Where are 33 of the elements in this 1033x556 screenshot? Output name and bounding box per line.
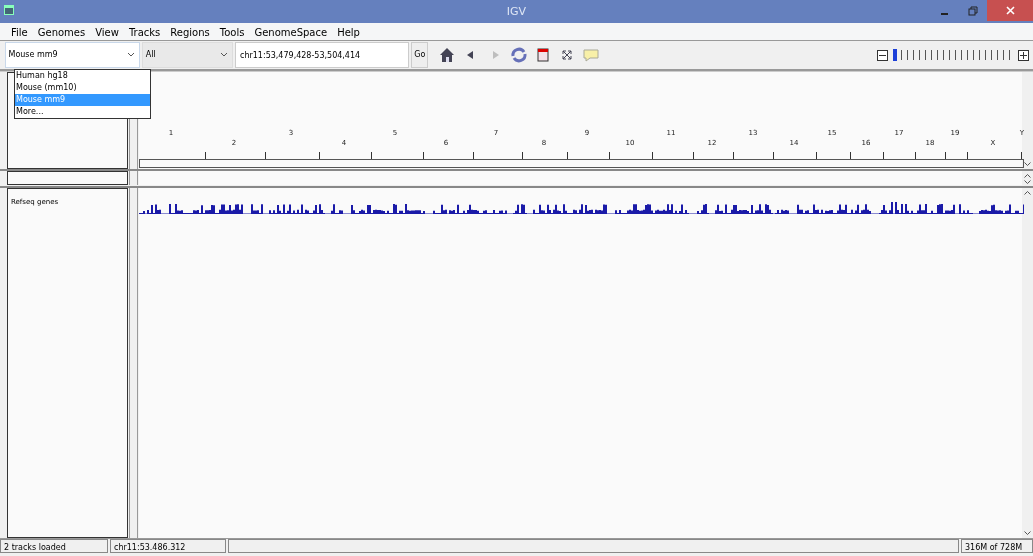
scroll-down-icon[interactable]: [1024, 162, 1031, 166]
menu-item[interactable]: Genomes: [32, 23, 91, 40]
caret-icon: [126, 52, 135, 58]
genome-dropdown[interactable]: Mouse mm9: [4, 42, 140, 68]
menu-item[interactable]: Help: [332, 23, 365, 40]
menu-item[interactable]: File: [6, 23, 33, 40]
menu-item[interactable]: Tracks: [123, 23, 166, 40]
scroll-down-icon[interactable]: [1024, 531, 1031, 535]
chromosome-dropdown[interactable]: All: [141, 42, 233, 68]
refresh-icon[interactable]: [510, 46, 529, 64]
locus-field[interactable]: chr11:53,479,428-53,504,414: [235, 42, 409, 68]
menu-option[interactable]: More...: [15, 106, 150, 118]
menu-item[interactable]: View: [90, 23, 124, 40]
menu-option[interactable]: Human hg18: [15, 70, 150, 82]
restore-icon[interactable]: [968, 5, 978, 16]
menu-item[interactable]: Regions: [165, 23, 215, 40]
menu-item[interactable]: GenomeSpace: [249, 23, 333, 40]
app-icon: [4, 5, 14, 15]
close-button[interactable]: [987, 0, 1033, 21]
home-icon[interactable]: [438, 46, 457, 64]
caret-icon: [219, 52, 228, 58]
close-icon: [1005, 6, 1015, 15]
scroll-up-icon[interactable]: [1024, 191, 1031, 195]
menu-item[interactable]: Tools: [214, 23, 250, 40]
zoom-out-icon[interactable]: [876, 49, 888, 61]
go-button[interactable]: Go: [411, 42, 429, 68]
memory-readout: 316M of 728M: [961, 539, 1033, 553]
status-message: 2 tracks loaded: [0, 539, 108, 553]
zoom-in-icon[interactable]: [1017, 49, 1029, 61]
position-readout: chr11:53.486.312: [110, 539, 226, 553]
scroll-arrows-icon[interactable]: [1024, 174, 1031, 184]
menu-option[interactable]: Mouse (mm10): [15, 82, 150, 94]
window-title: IGV: [506, 4, 527, 20]
